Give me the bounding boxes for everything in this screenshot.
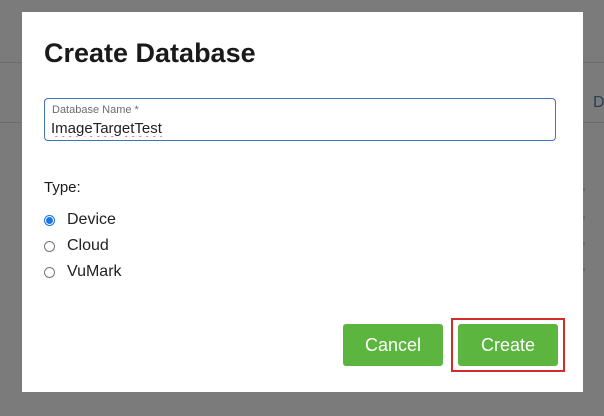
create-database-dialog: Create Database Database Name * Type: De…	[22, 12, 583, 392]
database-name-input[interactable]	[51, 118, 541, 138]
database-name-field[interactable]: Database Name *	[44, 98, 556, 141]
type-label: Type:	[44, 179, 81, 196]
background-divider	[583, 62, 604, 63]
radio-vumark[interactable]	[44, 266, 55, 278]
database-name-label: Database Name *	[52, 104, 139, 116]
type-option-vumark[interactable]: VuMark	[44, 262, 122, 282]
background-divider	[0, 62, 22, 63]
type-option-cloud[interactable]: Cloud	[44, 236, 109, 256]
background-divider	[0, 122, 22, 123]
type-option-label: Cloud	[67, 237, 109, 254]
radio-device[interactable]	[44, 214, 55, 226]
type-option-label: Device	[67, 211, 116, 228]
type-option-device[interactable]: Device	[44, 210, 116, 230]
type-option-label: VuMark	[67, 263, 122, 280]
background-divider	[583, 122, 604, 123]
create-button[interactable]: Create	[458, 324, 558, 366]
cancel-button[interactable]: Cancel	[343, 324, 443, 366]
background-peek-text: D	[593, 94, 604, 111]
radio-cloud[interactable]	[44, 240, 55, 252]
dialog-title: Create Database	[44, 38, 256, 68]
